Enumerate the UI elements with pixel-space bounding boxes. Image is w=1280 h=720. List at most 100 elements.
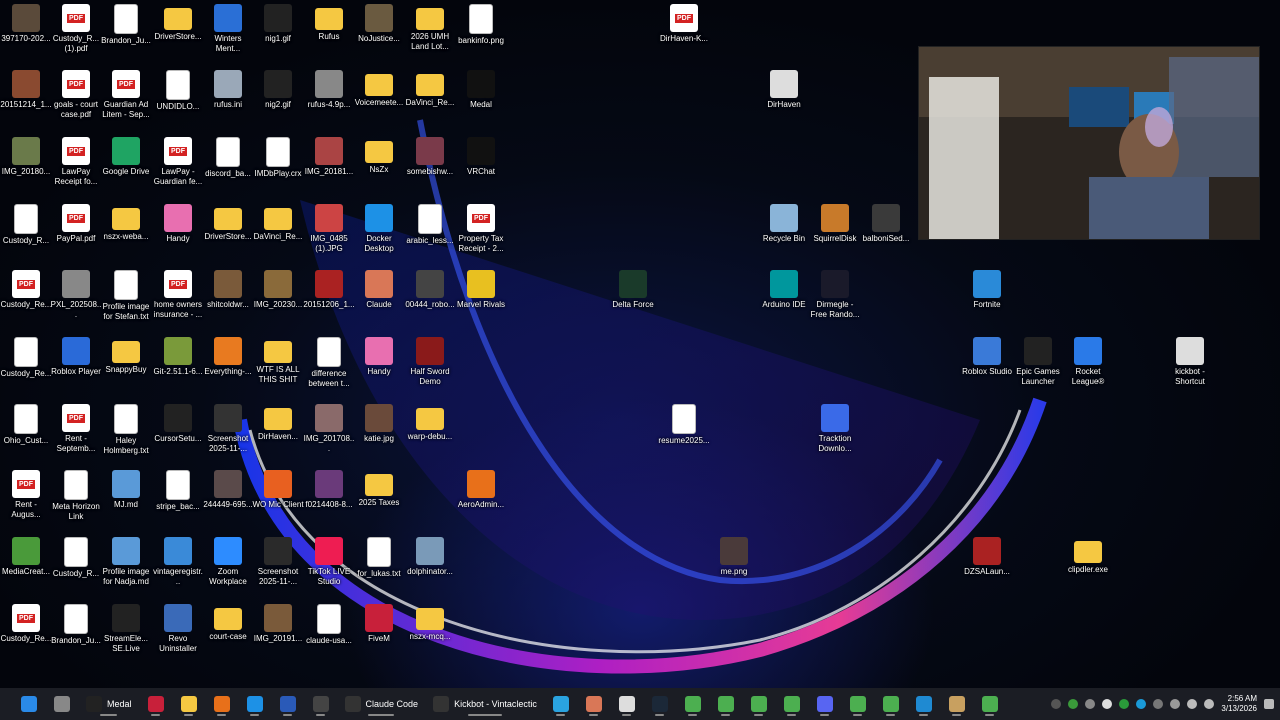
desktop-icon[interactable]: DZSALaun... — [961, 537, 1013, 577]
desktop-icon[interactable]: NsZx — [353, 137, 405, 175]
taskbar-telegram[interactable] — [546, 692, 576, 716]
desktop-icon[interactable]: Everything-... — [202, 337, 254, 377]
desktop-icon[interactable]: MediaCreat... — [0, 537, 52, 577]
taskbar-file-explorer[interactable] — [174, 692, 204, 716]
clock[interactable]: 2:56 AM 3/13/2026 — [1221, 694, 1257, 714]
tray-app-icon[interactable] — [1068, 699, 1079, 709]
taskbar-app-a[interactable] — [612, 692, 642, 716]
desktop-icon[interactable]: Haley Holmberg.txt — [100, 404, 152, 456]
desktop-icon[interactable]: MJ.md — [100, 470, 152, 510]
network-icon[interactable] — [1187, 699, 1198, 709]
desktop-icon[interactable]: PDF Custody_Re... — [0, 604, 52, 644]
desktop-icon[interactable]: IMG_20230... — [252, 270, 304, 310]
desktop-icon[interactable]: IMG_201708... — [303, 404, 355, 454]
desktop-icon[interactable]: somebishw... — [404, 137, 456, 177]
desktop-icon[interactable]: me.png — [708, 537, 760, 577]
desktop-icon[interactable]: Brandon_Ju... — [100, 4, 152, 46]
desktop-icon[interactable]: Google Drive — [100, 137, 152, 177]
desktop-icon[interactable]: DriverStore... — [152, 4, 204, 42]
taskbar-vscode[interactable] — [909, 692, 939, 716]
tray-medal-icon[interactable] — [1102, 699, 1113, 709]
desktop-icon[interactable]: nszx-mcq... — [404, 604, 456, 642]
desktop-icon[interactable]: Profile image for Nadja.md — [100, 537, 152, 587]
desktop-icon[interactable]: TikTok LIVE Studio — [303, 537, 355, 587]
desktop-icon[interactable]: difference between t... — [303, 337, 355, 389]
desktop-icon[interactable]: nszx-weba... — [100, 204, 152, 242]
taskbar-firefox[interactable] — [207, 692, 237, 716]
desktop-icon[interactable]: UNDIDLO... — [152, 70, 204, 112]
desktop-icon[interactable]: Zoom Workplace — [202, 537, 254, 587]
taskbar-start-button[interactable] — [14, 692, 44, 716]
desktop-icon[interactable]: rufus.ini — [202, 70, 254, 110]
desktop-icon[interactable]: Custody_R... — [0, 204, 52, 246]
desktop-icon[interactable]: PDF Rent - Septemb... — [50, 404, 102, 454]
desktop-icon[interactable]: Roblox Player — [50, 337, 102, 377]
taskbar-chrome-4[interactable] — [777, 692, 807, 716]
desktop-icon[interactable]: DriverStore... — [202, 204, 254, 242]
desktop-icon[interactable]: 2025 Taxes — [353, 470, 405, 508]
taskbar-terminal[interactable] — [306, 692, 336, 716]
desktop-icon[interactable]: Revo Uninstaller — [152, 604, 204, 654]
desktop-icon[interactable]: NoJustice... — [353, 4, 405, 44]
desktop-icon[interactable]: kickbot - Shortcut — [1164, 337, 1216, 387]
desktop-icon[interactable]: warp-debu... — [404, 404, 456, 442]
tray-app-icon[interactable] — [1153, 699, 1164, 709]
desktop-icon[interactable]: 397170-202... — [0, 4, 52, 44]
desktop-icon[interactable]: resume2025... — [658, 404, 710, 446]
desktop-icon[interactable]: 20151214_1... — [0, 70, 52, 110]
desktop-icon[interactable]: Medal — [455, 70, 507, 110]
desktop-icon[interactable]: balboniSed... — [860, 204, 912, 244]
notification-icon[interactable] — [1264, 699, 1274, 709]
desktop-icon[interactable]: Screenshot 2025-11-... — [252, 537, 304, 587]
desktop-icon[interactable]: DirHaven — [758, 70, 810, 110]
desktop-icon[interactable]: Custody_Re... — [0, 337, 52, 379]
taskbar-discord[interactable] — [810, 692, 840, 716]
taskbar-edge[interactable] — [240, 692, 270, 716]
desktop-icon[interactable]: Brandon_Ju... — [50, 604, 102, 646]
desktop-icon[interactable]: PDF LawPay Receipt fo... — [50, 137, 102, 187]
desktop-icon[interactable]: FiveM — [353, 604, 405, 644]
desktop-icon[interactable]: PDF Guardian Ad Litem - Sep... — [100, 70, 152, 120]
taskbar-affinity[interactable] — [141, 692, 171, 716]
desktop-icon[interactable]: rufus-4.9p... — [303, 70, 355, 110]
taskbar-medal[interactable]: Medal — [80, 692, 138, 716]
tray-app-icon[interactable] — [1085, 699, 1096, 709]
desktop-icon[interactable]: katie.jpg — [353, 404, 405, 444]
desktop-icon[interactable]: DirHaven... — [252, 404, 304, 442]
desktop-icon[interactable]: PDF LawPay - Guardian fe... — [152, 137, 204, 187]
taskbar-app-b[interactable] — [942, 692, 972, 716]
desktop-icon[interactable]: 20151206_1... — [303, 270, 355, 310]
desktop-icon[interactable]: Handy — [152, 204, 204, 244]
desktop-icon[interactable]: IMG_20181... — [303, 137, 355, 177]
desktop-icon[interactable]: court-case — [202, 604, 254, 642]
desktop-icon[interactable]: Epic Games Launcher — [1012, 337, 1064, 387]
desktop-icon[interactable]: PDF Rent - Augus... — [0, 470, 52, 520]
desktop-icon[interactable]: Git-2.51.1-6... — [152, 337, 204, 377]
desktop-icon[interactable]: SquirrelDisk — [809, 204, 861, 244]
desktop-icon[interactable]: PDF Custody_R... (1).pdf — [50, 4, 102, 54]
taskbar-terminal-kickbot[interactable]: Kickbot - Vintaclectic — [427, 692, 543, 716]
desktop-icon[interactable]: Tracktion Downlo... — [809, 404, 861, 454]
desktop-icon[interactable]: VRChat — [455, 137, 507, 177]
desktop-icon[interactable]: Winters Ment... — [202, 4, 254, 54]
desktop-icon[interactable]: f0214408-8... — [303, 470, 355, 510]
desktop-icon[interactable]: CursorSetu... — [152, 404, 204, 444]
desktop-icon[interactable]: StreamEle... SE.Live — [100, 604, 152, 654]
desktop-icon[interactable]: DaVinci_Re... — [404, 70, 456, 108]
desktop-icon[interactable]: DaVinci_Re... — [252, 204, 304, 242]
desktop-icon[interactable]: 244449-695... — [202, 470, 254, 510]
desktop-icon[interactable]: clipdler.exe — [1062, 537, 1114, 575]
desktop-icon[interactable]: IMG_20180... — [0, 137, 52, 177]
desktop-icon[interactable]: SnappyBuy — [100, 337, 152, 375]
microphone-icon[interactable] — [1170, 699, 1181, 709]
taskbar-task-view[interactable] — [47, 692, 77, 716]
desktop-icon[interactable]: AeroAdmin... — [455, 470, 507, 510]
desktop-icon[interactable]: Dirmegle - Free Rando... — [809, 270, 861, 320]
desktop-icon[interactable]: claude-usa... — [303, 604, 355, 646]
desktop-icon[interactable]: arabic_less... — [404, 204, 456, 246]
desktop-icon[interactable]: 00444_robo... — [404, 270, 456, 310]
desktop-icon[interactable]: PXL_202508... — [50, 270, 102, 320]
tray-app-icon[interactable] — [1136, 699, 1147, 709]
taskbar-chrome-7[interactable] — [975, 692, 1005, 716]
desktop-icon[interactable]: Claude — [353, 270, 405, 310]
